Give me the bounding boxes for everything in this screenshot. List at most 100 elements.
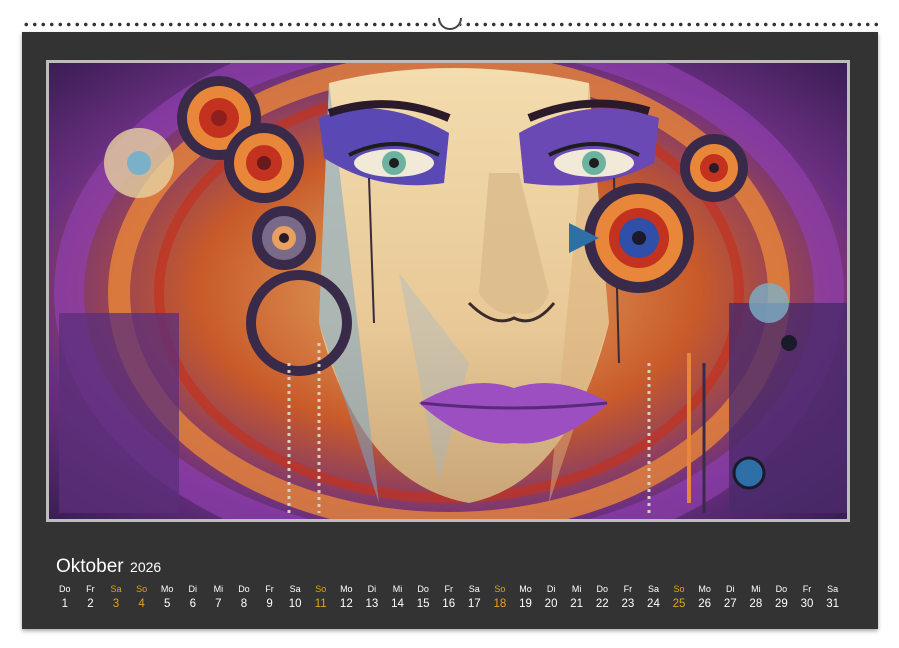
day-cell: So 11: [308, 582, 334, 612]
day-number: 10: [288, 598, 302, 610]
day-cell: Mi 14: [385, 582, 411, 612]
weekday-label: Fr: [623, 584, 633, 594]
day-cell: Sa 10: [282, 582, 308, 612]
artwork-image: [49, 63, 847, 519]
day-cell: Fr 30: [794, 582, 820, 612]
day-cell: Di 20: [538, 582, 564, 612]
day-cell: Do 29: [769, 582, 795, 612]
weekday-label: Sa: [468, 584, 480, 594]
day-number: 19: [519, 598, 532, 610]
day-cell: Mo 5: [154, 582, 180, 612]
day-number: 14: [391, 598, 404, 610]
weekday-label: Mi: [392, 584, 403, 594]
weekday-label: Do: [775, 584, 788, 594]
weekday-label: So: [673, 584, 685, 594]
day-number: 13: [365, 598, 379, 610]
weekday-label: Di: [188, 584, 198, 594]
day-number: 28: [749, 598, 763, 610]
day-number: 16: [442, 598, 456, 610]
day-cell: Do 22: [589, 582, 615, 612]
month-header: Oktober 2026: [56, 556, 161, 578]
day-cell: So 25: [666, 582, 692, 612]
day-cell: Fr 9: [257, 582, 283, 612]
day-number: 21: [570, 598, 584, 610]
day-cell: So 4: [129, 582, 155, 612]
day-cell: Do 1: [52, 582, 78, 612]
weekday-label: Fr: [444, 584, 453, 594]
day-cell: Sa 3: [103, 582, 129, 612]
day-cell: Sa 17: [462, 582, 488, 612]
day-number: 6: [189, 598, 196, 610]
day-number: 3: [112, 598, 120, 610]
calendar-page: Oktober 2026 Do 1 Fr 2 Sa 3 So 4 Mo 5 Di 6 Mi 7 Do 8 Fr 9…: [22, 32, 878, 629]
weekday-label: Mo: [340, 584, 353, 594]
day-cell: Mi 28: [743, 582, 769, 612]
weekday-label: Di: [546, 584, 556, 594]
day-cell: Fr 23: [615, 582, 641, 612]
weekday-label: Sa: [289, 584, 301, 594]
weekday-label: Do: [238, 584, 250, 594]
weekday-label: Mi: [213, 584, 224, 594]
day-number: 1: [61, 598, 68, 610]
day-number: 25: [672, 598, 686, 610]
day-number: 29: [775, 598, 788, 610]
weekday-label: So: [315, 584, 327, 594]
weekday-label: Fr: [265, 584, 274, 594]
weekday-label: Fr: [802, 584, 812, 594]
day-cell: Fr 2: [78, 582, 104, 612]
spiral-binding: [22, 16, 878, 32]
day-cell: Di 13: [359, 582, 385, 612]
day-cell: Mo 12: [334, 582, 360, 612]
day-number: 2: [87, 598, 94, 610]
day-cell: Sa 24: [641, 582, 667, 612]
day-cell: So 18: [487, 582, 513, 612]
day-cell: Mo 19: [513, 582, 539, 612]
day-number: 5: [163, 598, 171, 610]
day-number: 8: [240, 598, 248, 610]
weekday-label: Sa: [827, 584, 839, 594]
day-number: 24: [647, 598, 660, 610]
day-cell: Mo 26: [692, 582, 718, 612]
day-number: 20: [544, 598, 558, 610]
day-strip: Do 1 Fr 2 Sa 3 So 4 Mo 5 Di 6 Mi 7 Do 8 Fr 9 Sa 10 So 11 Mo 12 D…: [52, 582, 852, 612]
day-number: 9: [266, 598, 273, 610]
weekday-label: So: [136, 584, 148, 594]
weekday-label: Sa: [110, 584, 122, 594]
abstract-face-illustration: [49, 63, 847, 519]
day-cell: Sa 31: [820, 582, 846, 612]
day-cell: Do 15: [410, 582, 436, 612]
day-number: 31: [826, 598, 839, 610]
day-number: 27: [723, 598, 737, 610]
month-year: 2026: [130, 559, 162, 575]
weekday-label: Mo: [519, 584, 532, 594]
weekday-label: Mi: [571, 584, 582, 594]
day-number: 22: [595, 598, 609, 610]
day-number: 18: [493, 598, 507, 610]
day-number: 7: [215, 598, 222, 610]
artwork-frame: [46, 60, 850, 522]
day-number: 11: [314, 598, 327, 610]
weekday-label: Mo: [698, 584, 711, 594]
weekday-label: Do: [59, 584, 71, 594]
weekday-label: So: [494, 584, 506, 594]
day-number: 15: [416, 598, 430, 610]
weekday-label: Fr: [86, 584, 95, 594]
weekday-label: Do: [417, 584, 429, 594]
day-cell: Do 8: [231, 582, 257, 612]
day-number: 17: [467, 598, 481, 610]
day-number: 26: [698, 598, 712, 610]
day-cell: Mi 21: [564, 582, 590, 612]
day-cell: Di 27: [717, 582, 743, 612]
weekday-label: Mo: [160, 584, 174, 594]
day-number: 23: [621, 598, 635, 610]
day-number: 12: [339, 598, 353, 610]
day-cell: Fr 16: [436, 582, 462, 612]
day-number: 4: [138, 598, 145, 610]
weekday-label: Sa: [647, 584, 659, 594]
weekday-label: Do: [596, 584, 609, 594]
weekday-label: Di: [367, 584, 377, 594]
day-cell: Di 6: [180, 582, 206, 612]
day-number: 30: [800, 598, 814, 610]
day-cell: Mi 7: [206, 582, 232, 612]
weekday-label: Mi: [751, 584, 761, 594]
